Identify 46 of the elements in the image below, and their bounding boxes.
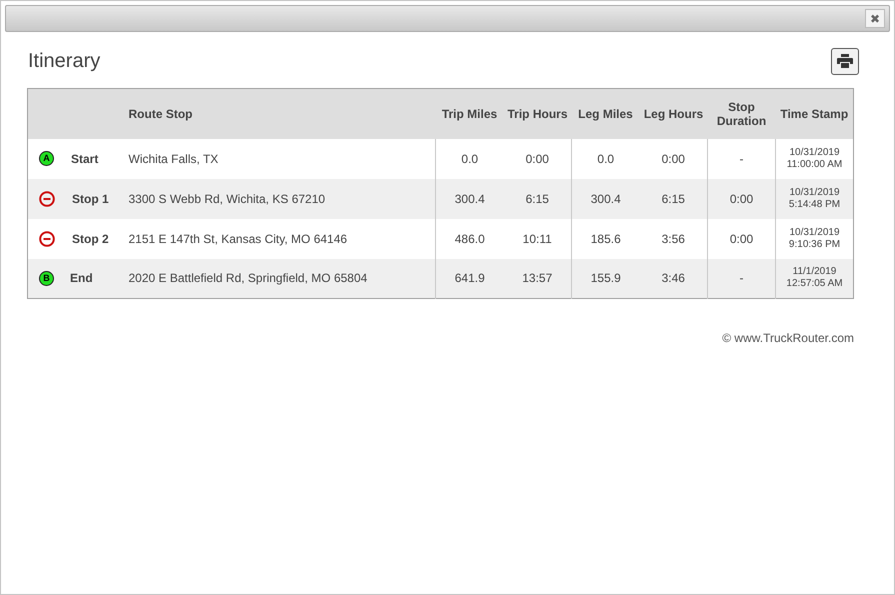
table-cell: 641.9 xyxy=(454,271,485,286)
stop-label: Stop 1 xyxy=(71,190,109,208)
table-cell: 300.4 xyxy=(454,192,485,206)
close-button[interactable]: ✖ xyxy=(865,9,885,28)
table-cell: 6:15 xyxy=(662,192,685,206)
table-cell: 486.0 xyxy=(454,232,485,246)
address-text: Wichita Falls, TX xyxy=(128,152,218,166)
table-cell: 0:00 xyxy=(730,232,754,246)
table-cell: - xyxy=(740,152,744,166)
table-cell: 3:56 xyxy=(662,232,685,246)
column-header: Time Stamp xyxy=(780,106,848,121)
marker-badge: A xyxy=(39,151,54,166)
table-cell: 185.6 xyxy=(590,232,621,246)
address-text: 2151 E 147th St, Kansas City, MO 64146 xyxy=(128,232,348,246)
marker-badge: B xyxy=(39,270,54,286)
copyright-text: © www.TruckRouter.com xyxy=(722,330,854,347)
table-cell: 6:15 xyxy=(526,192,549,206)
column-header: Stop Duration xyxy=(716,100,766,128)
stop-label: Stop 2 xyxy=(71,230,109,248)
column-header: Leg Miles xyxy=(578,106,633,121)
table-cell: 155.9 xyxy=(590,271,621,286)
printer-icon xyxy=(837,54,853,68)
table-cell: - xyxy=(740,271,744,286)
address-text: 3300 S Webb Rd, Wichita, KS 67210 xyxy=(128,192,326,206)
timestamp-text: 10/31/2019 9:10:36 PM xyxy=(788,226,840,250)
stop-label: End xyxy=(69,270,93,288)
print-button[interactable] xyxy=(831,48,859,74)
table-cell: 0.0 xyxy=(461,152,478,166)
column-header: Trip Miles xyxy=(442,106,498,121)
timestamp-text: 10/31/2019 5:14:48 PM xyxy=(788,186,840,210)
timestamp-text: 10/31/2019 11:00:00 AM xyxy=(786,146,842,170)
table-cell: 3:46 xyxy=(662,271,685,286)
page-title: Itinerary xyxy=(28,49,100,74)
timestamp-text: 11/1/2019 12:57:05 AM xyxy=(786,266,843,290)
table-cell: 0:00 xyxy=(526,152,549,166)
address-text: 2020 E Battlefield Rd, Springfield, MO 65804 xyxy=(128,271,368,286)
table-cell: 10:11 xyxy=(522,232,552,246)
column-header: Trip Hours xyxy=(508,106,568,121)
table-cell: 300.4 xyxy=(590,192,621,206)
table-cell: 0:00 xyxy=(730,192,754,206)
stop-label: Start xyxy=(70,150,98,168)
table-cell: 0:00 xyxy=(662,152,685,166)
table-cell: 13:57 xyxy=(522,271,552,286)
column-header: Route Stop xyxy=(128,106,192,121)
column-header: Leg Hours xyxy=(644,106,704,121)
table-cell: 0.0 xyxy=(597,152,614,166)
